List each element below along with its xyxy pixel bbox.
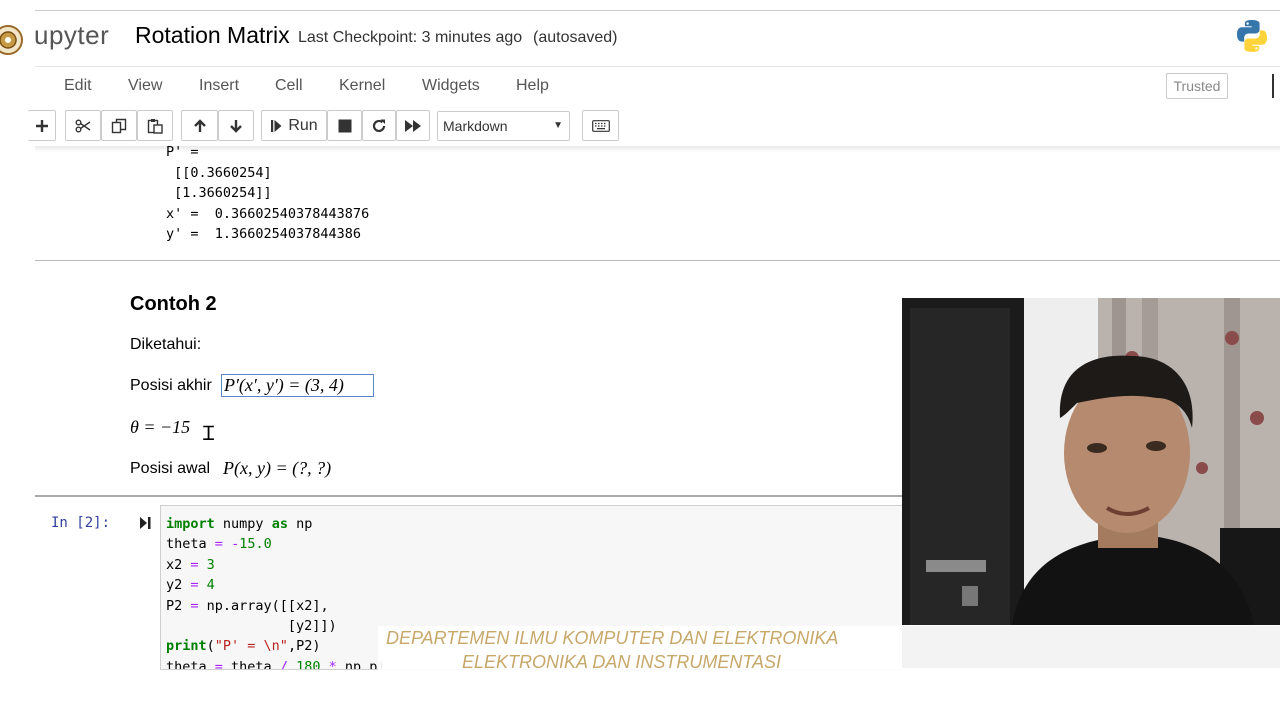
code-line: P2 = np.array([[x2],: [166, 598, 329, 614]
cell-type-value: Markdown: [443, 118, 508, 134]
run-button-label: Run: [288, 116, 318, 134]
posisi-akhir-label: Posisi akhir: [130, 377, 212, 394]
jupyter-notebook-window: upyter Rotation Matrix Last Checkpoint: …: [0, 0, 1280, 720]
watermark-line-2: ELEKTRONIKA DAN INSTRUMENTASI: [462, 652, 782, 672]
interrupt-kernel-button[interactable]: [327, 110, 362, 141]
menu-widgets[interactable]: Widgets: [422, 77, 480, 95]
menu-cell[interactable]: Cell: [275, 77, 303, 95]
paste-icon: [147, 118, 163, 134]
python-logo-icon: [1237, 20, 1267, 52]
code-line: import numpy as np: [166, 516, 313, 532]
watermark-banner: DEPARTEMEN ILMU KOMPUTER DAN ELEKTRONIKA…: [378, 626, 902, 672]
diketahui-text: Diketahui:: [130, 336, 202, 353]
code-line: y2 = 4: [166, 577, 215, 593]
autosave-status: (autosaved): [533, 29, 618, 46]
cell-type-select[interactable]: Markdown ▼: [437, 111, 570, 141]
code-line: theta = theta / 180 * np.pi: [166, 659, 386, 670]
command-palette-button[interactable]: [582, 110, 619, 141]
menu-insert[interactable]: Insert: [199, 77, 239, 95]
university-seal-icon: [0, 25, 23, 55]
output-line: y' = 1.3660254037844386: [166, 226, 362, 242]
checkpoint-status: Last Checkpoint: 3 minutes ago: [298, 29, 523, 46]
insert-cell-button[interactable]: [28, 110, 56, 141]
scissors-icon: [75, 119, 91, 132]
notebook-title[interactable]: Rotation Matrix: [135, 22, 290, 49]
kernel-indicator: [1272, 74, 1274, 98]
menu-kernel[interactable]: Kernel: [339, 77, 385, 95]
code-line: print("P' = \n",P2): [166, 638, 321, 654]
arrow-down-icon: [230, 119, 242, 133]
run-cell-icon[interactable]: [140, 516, 152, 530]
output-line: [1.3660254]]: [166, 185, 272, 201]
theta-math: θ = −15: [130, 417, 191, 437]
text-cursor-icon: Ɪ: [203, 423, 215, 445]
input-prompt: In [2]:: [51, 515, 111, 531]
watermark-line-1: DEPARTEMEN ILMU KOMPUTER DAN ELEKTRONIKA: [386, 628, 839, 648]
menu-view[interactable]: View: [128, 77, 162, 95]
code-line: [y2]]): [166, 618, 337, 634]
step-forward-icon: [271, 119, 282, 132]
posisi-awal-math: P(x, y) = (?, ?): [223, 458, 332, 478]
move-cell-up-button[interactable]: [181, 110, 218, 141]
move-cell-down-button[interactable]: [218, 110, 254, 141]
restart-kernel-button[interactable]: [362, 110, 396, 141]
trusted-indicator[interactable]: Trusted: [1166, 73, 1228, 99]
jupyter-brand[interactable]: upyter: [34, 20, 109, 51]
run-button[interactable]: Run: [261, 110, 327, 141]
chevron-down-icon: ▼: [553, 120, 563, 131]
plus-icon: [35, 119, 48, 132]
output-line: x' = 0.36602540378443876: [166, 206, 370, 222]
refresh-icon: [372, 119, 386, 132]
output-line: [[0.3660254]: [166, 165, 272, 181]
header-top-border: [35, 10, 1280, 11]
code-line: x2 = 3: [166, 557, 215, 573]
markdown-heading: Contoh 2: [130, 293, 217, 315]
copy-button[interactable]: [101, 110, 137, 141]
fast-forward-icon: [405, 119, 421, 132]
cell-separator: [35, 260, 1280, 261]
stop-icon: [338, 119, 351, 132]
watermark-strip: [902, 626, 1280, 668]
posisi-awal-label: Posisi awal: [130, 460, 211, 477]
cell-separator: [35, 495, 905, 497]
keyboard-icon: [591, 119, 610, 132]
presenter-webcam-video: [902, 298, 1280, 625]
posisi-akhir-math: P′(x′, y′) = (3, 4): [224, 375, 344, 395]
menu-edit[interactable]: Edit: [64, 77, 92, 95]
copy-icon: [111, 118, 127, 133]
paste-button[interactable]: [137, 110, 173, 141]
code-line: theta = -15.0: [166, 536, 272, 552]
menu-help[interactable]: Help: [516, 77, 549, 95]
restart-run-all-button[interactable]: [396, 110, 430, 141]
cut-button[interactable]: [65, 110, 101, 141]
output-line: P' =: [166, 144, 199, 160]
header-shadow: [35, 146, 1280, 152]
arrow-up-icon: [193, 118, 206, 132]
